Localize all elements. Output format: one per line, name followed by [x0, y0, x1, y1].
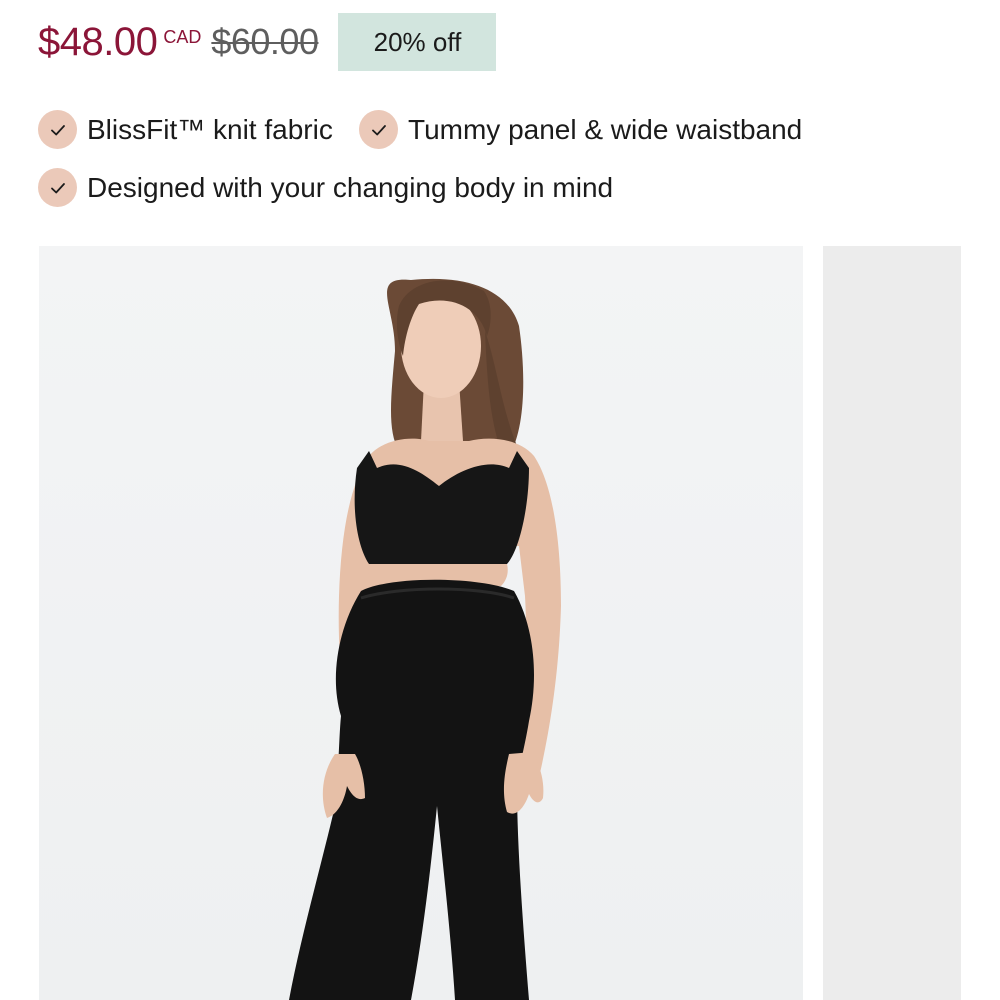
check-icon [359, 110, 398, 149]
discount-badge: 20% off [338, 13, 497, 71]
product-image-next[interactable] [823, 246, 961, 1000]
check-icon [38, 110, 77, 149]
price-row: $48.00 CAD $60.00 20% off [38, 12, 497, 72]
feature-label: BlissFit™ knit fabric [87, 113, 333, 145]
feature-label: Tummy panel & wide waistband [408, 113, 803, 145]
original-price: $60.00 [211, 21, 319, 62]
feature-item: BlissFit™ knit fabric [38, 110, 333, 149]
feature-item: Designed with your changing body in mind [38, 168, 613, 207]
sale-price: $48.00 [38, 20, 158, 64]
product-image-main[interactable] [39, 246, 803, 1000]
feature-item: Tummy panel & wide waistband [359, 110, 802, 149]
product-page: $48.00 CAD $60.00 20% off BlissFit™ knit… [0, 0, 1000, 1000]
currency-code: CAD [163, 27, 202, 47]
model-photo [289, 278, 561, 1000]
feature-label: Designed with your changing body in mind [87, 171, 614, 203]
check-icon [38, 168, 77, 207]
